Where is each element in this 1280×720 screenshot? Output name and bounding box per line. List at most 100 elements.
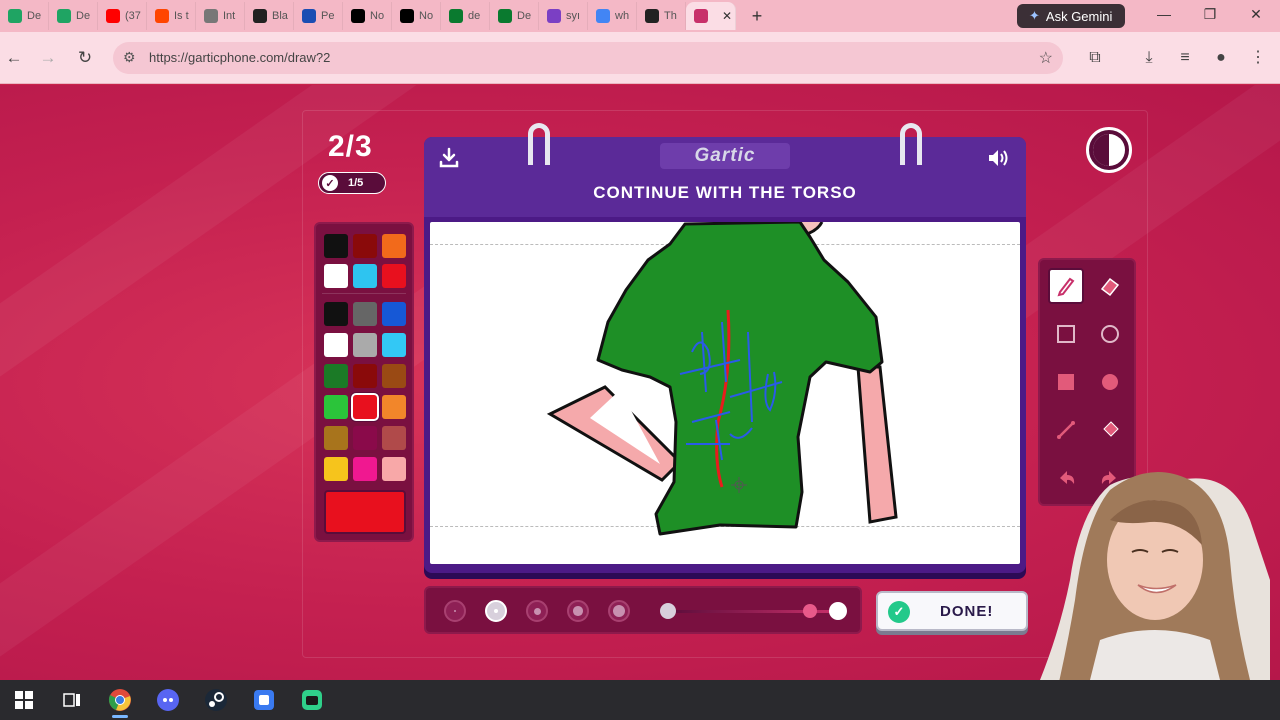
download-icon[interactable]: ⤓ — [1137, 46, 1161, 70]
extensions-icon[interactable]: ⧉ — [1083, 46, 1107, 70]
opacity-slider-mark — [803, 604, 817, 618]
browser-tab[interactable]: Th — [637, 2, 686, 30]
windows-taskbar — [0, 680, 1280, 720]
gartic-logo: Gartic — [660, 143, 790, 169]
browser-tab[interactable]: de — [441, 2, 490, 30]
color-swatch[interactable] — [324, 264, 348, 288]
browser-tab[interactable]: Int — [196, 2, 245, 30]
players-done-count: 1/5 — [348, 177, 364, 189]
browser-tab[interactable]: De — [49, 2, 98, 30]
color-swatch[interactable] — [382, 302, 406, 326]
brush-size-option[interactable] — [485, 600, 507, 622]
new-tab-icon[interactable]: + — [742, 6, 772, 27]
close-tab-icon[interactable]: ✕ — [722, 9, 732, 23]
color-swatch[interactable] — [353, 234, 377, 258]
restore-icon[interactable]: ❐ — [1200, 6, 1220, 23]
color-swatch[interactable] — [382, 264, 406, 288]
color-swatch[interactable] — [382, 426, 406, 450]
browser-tab[interactable]: Is t — [147, 2, 196, 30]
drawing-canvas[interactable] — [430, 222, 1020, 564]
done-button[interactable]: ✓ DONE! — [876, 591, 1028, 631]
color-swatch[interactable] — [324, 426, 348, 450]
color-swatch[interactable] — [324, 333, 348, 357]
color-swatch[interactable] — [382, 333, 406, 357]
brush-size-option[interactable] — [608, 600, 630, 622]
color-swatch[interactable] — [324, 457, 348, 481]
address-bar[interactable]: ⚙ https://garticphone.com/draw?2 ☆ — [113, 42, 1063, 74]
brush-size-option[interactable] — [567, 600, 589, 622]
browser-tab[interactable]: Bla — [245, 2, 294, 30]
round-counter: 2/3 — [328, 130, 373, 163]
reload-icon[interactable]: ↻ — [73, 46, 97, 70]
site-settings-icon[interactable]: ⚙ — [123, 49, 136, 66]
browser-tab[interactable]: De — [490, 2, 539, 30]
bookmark-star-icon[interactable]: ☆ — [1039, 48, 1053, 68]
rect-filled-icon — [1058, 374, 1074, 390]
color-swatch[interactable] — [382, 395, 406, 419]
color-swatch[interactable] — [324, 302, 348, 326]
browser-tab[interactable]: wh — [588, 2, 637, 30]
discord-icon[interactable] — [144, 680, 192, 720]
opacity-slider-min-knob[interactable] — [660, 603, 676, 619]
ellipse-outline-tool[interactable] — [1092, 316, 1128, 352]
browser-tab[interactable]: ✕ — [686, 2, 736, 30]
browser-tab[interactable]: syı — [539, 2, 588, 30]
app-icon[interactable] — [240, 680, 288, 720]
browser-tab[interactable]: No — [392, 2, 441, 30]
color-swatch[interactable] — [324, 234, 348, 258]
task-view-icon[interactable] — [48, 680, 96, 720]
minimize-icon[interactable]: — — [1154, 6, 1174, 22]
color-swatch[interactable] — [382, 457, 406, 481]
color-swatch[interactable] — [324, 364, 348, 388]
ellipse-filled-tool[interactable] — [1092, 364, 1128, 400]
color-swatch[interactable] — [351, 393, 379, 421]
color-swatch[interactable] — [353, 426, 377, 450]
windows-start-icon[interactable] — [0, 680, 48, 720]
steam-icon[interactable] — [192, 680, 240, 720]
fill-bucket-tool[interactable] — [1092, 412, 1128, 448]
chrome-icon[interactable] — [96, 680, 144, 720]
line-icon — [1057, 421, 1075, 439]
brush-size-option[interactable] — [444, 600, 466, 622]
color-swatch[interactable] — [353, 302, 377, 326]
browser-tab[interactable]: De — [0, 2, 49, 30]
contrast-toggle[interactable] — [1086, 127, 1132, 173]
browser-tab[interactable]: (37 — [98, 2, 147, 30]
brush-size-dot — [613, 605, 625, 617]
rectangle-filled-tool[interactable] — [1048, 364, 1084, 400]
opacity-slider-knob[interactable] — [829, 602, 847, 620]
media-control-icon[interactable]: ≡ — [1173, 46, 1197, 70]
line-tool[interactable] — [1048, 412, 1084, 448]
reddit-icon — [155, 9, 169, 23]
rectangle-outline-tool[interactable] — [1048, 316, 1084, 352]
volume-icon[interactable] — [986, 147, 1010, 169]
color-swatch[interactable] — [382, 364, 406, 388]
profile-icon[interactable]: ● — [1209, 46, 1233, 70]
app-icon-2[interactable] — [288, 680, 336, 720]
tab-title: wh — [615, 10, 630, 22]
back-icon[interactable]: ← — [2, 46, 26, 70]
browser-tab[interactable]: Pe — [294, 2, 343, 30]
download-drawing-icon[interactable] — [438, 147, 460, 169]
url-text[interactable]: https://garticphone.com/draw?2 — [149, 50, 330, 65]
forward-icon[interactable]: → — [36, 46, 60, 70]
color-swatch[interactable] — [353, 333, 377, 357]
check-circle-icon: ✓ — [888, 601, 910, 623]
browser-tab[interactable]: No — [343, 2, 392, 30]
color-swatch[interactable] — [324, 395, 348, 419]
tab-title: Is t — [174, 10, 189, 22]
eraser-tool[interactable] — [1092, 268, 1128, 304]
tab-title: De — [76, 10, 91, 22]
brush-size-option[interactable] — [526, 600, 548, 622]
pencil-tool[interactable] — [1048, 268, 1084, 304]
browser-menu-icon[interactable]: ⋮ — [1246, 46, 1270, 70]
color-swatch[interactable] — [353, 457, 377, 481]
ask-gemini-button[interactable]: ✦ Ask Gemini — [1017, 4, 1125, 28]
color-swatch[interactable] — [353, 364, 377, 388]
color-swatch[interactable] — [353, 264, 377, 288]
color-swatch[interactable] — [382, 234, 406, 258]
close-window-icon[interactable]: ✕ — [1246, 6, 1266, 23]
site-icon — [645, 9, 659, 23]
half-circle-icon — [1093, 134, 1125, 166]
brush-size-bar — [424, 586, 862, 634]
